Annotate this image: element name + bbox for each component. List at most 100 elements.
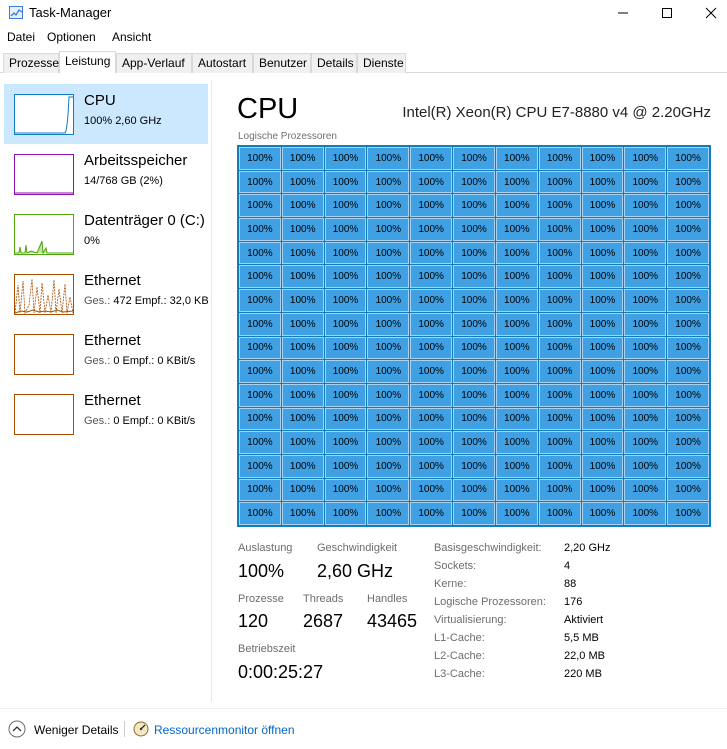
menu-datei[interactable]: Datei <box>7 30 35 44</box>
close-icon <box>705 7 717 19</box>
logical-processor-cell: 100% <box>453 312 495 336</box>
logical-processor-cell: 100% <box>410 502 453 525</box>
logical-processor-cell: 100% <box>324 360 367 383</box>
logical-processor-cell: 100% <box>495 147 538 170</box>
logical-processor-cell: 100% <box>324 218 367 241</box>
logical-processor-cell: 100% <box>453 502 495 525</box>
logical-processor-cell: 100% <box>453 241 495 265</box>
logical-processor-cell: 100% <box>667 360 709 383</box>
logical-processor-cell: 100% <box>281 241 324 265</box>
logical-processor-cell: 100% <box>239 147 281 170</box>
maximize-icon <box>662 8 672 18</box>
logical-processor-cell: 100% <box>453 407 495 431</box>
logical-processor-cell: 100% <box>581 431 624 454</box>
logical-processor-cell: 100% <box>667 454 709 478</box>
logical-processor-cell: 100% <box>324 336 367 360</box>
virtualization-value: Aktiviert <box>564 614 604 626</box>
network-rates: 0 Empf.: 0 KBit/s <box>113 355 196 367</box>
logical-processor-cell: 100% <box>581 194 624 218</box>
sidebar-item-subtitle: 0% <box>84 235 100 247</box>
processes-value: 120 <box>238 611 269 631</box>
speed-label: Geschwindigkeit <box>317 542 398 554</box>
logical-processor-cell: 100% <box>281 336 324 360</box>
minimize-button[interactable] <box>600 0 646 26</box>
sidebar-item-cpu[interactable]: CPU 100% 2,60 GHz <box>4 84 208 144</box>
logical-processor-cell: 100% <box>538 265 581 289</box>
sent-label: Ges.: <box>84 415 114 427</box>
logical-processor-cell: 100% <box>239 407 281 431</box>
tab-prozesse[interactable]: Prozesse <box>3 53 59 73</box>
ethernet-thumbnail-graph <box>14 274 74 315</box>
tab-app-verlauf[interactable]: App-Verlauf <box>116 53 192 73</box>
title-bar[interactable]: Task-Manager <box>0 0 727 26</box>
logical-processor-cell: 100% <box>367 383 410 407</box>
chevron-up-icon[interactable] <box>8 720 26 738</box>
logical-processor-cell: 100% <box>239 336 281 360</box>
logical-processor-cell: 100% <box>239 170 281 194</box>
logical-processor-cell: 100% <box>495 218 538 241</box>
logical-processor-cell: 100% <box>667 218 709 241</box>
logical-processor-cell: 100% <box>495 454 538 478</box>
logical-processor-cell: 100% <box>667 407 709 431</box>
logical-processor-cell: 100% <box>538 218 581 241</box>
fewer-details-button[interactable]: Weniger Details <box>34 723 118 737</box>
logical-processor-cell: 100% <box>581 360 624 383</box>
logical-processor-cell: 100% <box>495 312 538 336</box>
sidebar-item-subtitle: 100% 2,60 GHz <box>84 115 162 127</box>
sidebar-item-memory[interactable]: Arbeitsspeicher 14/768 GB (2%) <box>4 144 208 204</box>
open-resource-monitor-link[interactable]: Ressourcenmonitor öffnen <box>154 723 295 737</box>
logical-processor-cell: 100% <box>538 454 581 478</box>
logical-processor-cell: 100% <box>239 265 281 289</box>
handles-label: Handles <box>367 593 408 605</box>
sidebar-item-ethernet[interactable]: Ethernet Ges.: 0 Empf.: 0 KBit/s <box>4 384 208 444</box>
tab-details[interactable]: Details <box>311 53 357 73</box>
logical-processor-cell: 100% <box>581 170 624 194</box>
logical-processor-cell: 100% <box>538 431 581 454</box>
processes-label: Prozesse <box>238 593 284 605</box>
sent-label: Ges.: <box>84 295 114 307</box>
tab-bar: Prozesse Leistung App-Verlauf Autostart … <box>0 51 727 73</box>
close-button[interactable] <box>688 0 727 26</box>
menu-ansicht[interactable]: Ansicht <box>112 30 151 44</box>
logical-processor-cell: 100% <box>410 478 453 502</box>
utilization-value: 100% <box>238 561 285 581</box>
logical-processor-cell: 100% <box>367 407 410 431</box>
maximize-button[interactable] <box>644 0 690 26</box>
tab-leistung[interactable]: Leistung <box>59 51 116 73</box>
logical-processor-cell: 100% <box>538 336 581 360</box>
logical-processor-cell: 100% <box>581 478 624 502</box>
logical-processor-cell: 100% <box>667 336 709 360</box>
menu-optionen[interactable]: Optionen <box>47 30 96 44</box>
logical-processor-cell: 100% <box>453 454 495 478</box>
logical-processor-cell: 100% <box>281 312 324 336</box>
sidebar-item-title: Datenträger 0 (C:) <box>84 212 205 229</box>
logical-processor-cell: 100% <box>538 147 581 170</box>
tab-autostart[interactable]: Autostart <box>192 53 253 73</box>
logical-processor-cell: 100% <box>239 431 281 454</box>
logical-processor-cell: 100% <box>453 147 495 170</box>
logical-processor-cell: 100% <box>324 312 367 336</box>
logical-processor-cell: 100% <box>410 218 453 241</box>
l1-cache-value: 5,5 MB <box>564 632 599 644</box>
minimize-icon <box>618 12 628 14</box>
tab-benutzer[interactable]: Benutzer <box>253 53 311 73</box>
logical-processor-cell: 100% <box>581 502 624 525</box>
logical-processor-cell: 100% <box>667 289 709 312</box>
logical-processor-cell: 100% <box>624 265 667 289</box>
logical-processors-grid[interactable]: 100% 100% 100% 100% 100% 100% 100% 100% 100% 100%… <box>237 145 711 527</box>
logical-processor-cell: 100% <box>281 265 324 289</box>
logical-processor-cell: 100% <box>281 289 324 312</box>
cpu-thumbnail-graph <box>14 94 74 135</box>
logical-processor-cell: 100% <box>453 265 495 289</box>
sidebar-item-ethernet[interactable]: Ethernet Ges.: 472 Empf.: 32,0 KB <box>4 264 209 324</box>
logical-processor-cell: 100% <box>367 478 410 502</box>
logical-processor-cell: 100% <box>495 170 538 194</box>
logical-processor-cell: 100% <box>453 360 495 383</box>
resource-monitor-icon <box>133 721 149 737</box>
tab-dienste[interactable]: Dienste <box>357 53 406 73</box>
handles-value: 43465 <box>367 611 418 631</box>
sidebar-item-subtitle: Ges.: 0 Empf.: 0 KBit/s <box>84 415 195 427</box>
logical-processor-cell: 100% <box>495 383 538 407</box>
sidebar-item-ethernet[interactable]: Ethernet Ges.: 0 Empf.: 0 KBit/s <box>4 324 208 384</box>
sidebar-item-disk[interactable]: Datenträger 0 (C:) 0% <box>4 204 208 264</box>
